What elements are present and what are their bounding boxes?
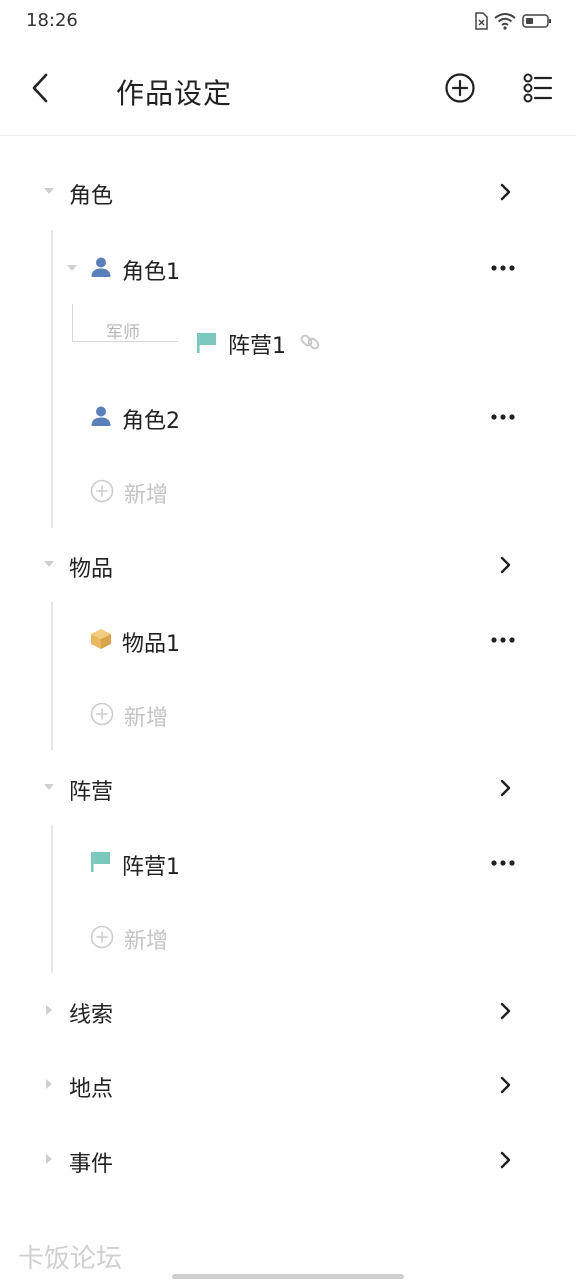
more-horizontal-icon bbox=[491, 637, 515, 643]
box-icon bbox=[91, 629, 111, 649]
plus-circle-icon bbox=[445, 73, 475, 103]
more-button[interactable] bbox=[488, 851, 518, 875]
chevron-right-icon bbox=[500, 779, 511, 797]
item-label: 角色2 bbox=[122, 409, 180, 434]
item-label: 阵营1 bbox=[122, 855, 180, 880]
flag-icon bbox=[91, 852, 110, 872]
chevron-right-icon bbox=[500, 183, 511, 201]
page-title: 作品设定 bbox=[116, 77, 233, 110]
relation-target-faction[interactable]: 阵营1 bbox=[192, 320, 342, 364]
status-icons bbox=[474, 12, 552, 30]
plus-circle-icon bbox=[90, 702, 114, 726]
relation-target-label: 阵营1 bbox=[228, 334, 286, 359]
caret-right-icon bbox=[46, 1154, 52, 1164]
section-label: 地点 bbox=[69, 1077, 114, 1102]
plus-circle-icon bbox=[90, 479, 114, 503]
add-role-button[interactable]: 新增 bbox=[60, 463, 260, 519]
list-item-faction-1[interactable]: 阵营1 bbox=[60, 835, 540, 891]
add-button[interactable] bbox=[440, 68, 480, 108]
section-events[interactable]: 事件 bbox=[0, 1130, 576, 1190]
relation-label: 军师 bbox=[106, 323, 140, 343]
chevron-right-icon bbox=[500, 1076, 511, 1094]
link-icon[interactable] bbox=[300, 332, 320, 352]
person-icon bbox=[91, 406, 111, 426]
tree-branch-line bbox=[51, 825, 53, 973]
battery-icon bbox=[522, 14, 551, 28]
item-label: 角色1 bbox=[122, 260, 180, 285]
plus-circle-icon bbox=[90, 925, 114, 949]
tree-branch-line bbox=[51, 230, 53, 528]
caret-down-icon bbox=[67, 265, 77, 271]
section-label: 事件 bbox=[69, 1152, 114, 1177]
section-objects[interactable]: 物品 bbox=[0, 535, 576, 595]
status-time: 18:26 bbox=[26, 10, 78, 31]
tree-branch-line bbox=[51, 602, 53, 750]
caret-right-icon bbox=[46, 1005, 52, 1015]
list-item-role-2[interactable]: 角色2 bbox=[60, 389, 540, 445]
section-label: 线索 bbox=[69, 1003, 114, 1028]
section-label: 角色 bbox=[69, 184, 114, 209]
add-label: 新增 bbox=[124, 483, 169, 508]
list-item-role-1[interactable]: 角色1 bbox=[60, 240, 540, 296]
caret-down-icon bbox=[44, 188, 54, 194]
section-clues[interactable]: 线索 bbox=[0, 981, 576, 1041]
wifi-icon bbox=[494, 13, 516, 30]
section-places[interactable]: 地点 bbox=[0, 1055, 576, 1115]
section-factions[interactable]: 阵营 bbox=[0, 758, 576, 818]
watermark: 卡饭论坛 bbox=[18, 1244, 123, 1274]
more-button[interactable] bbox=[488, 256, 518, 280]
caret-down-icon bbox=[44, 784, 54, 790]
list-icon bbox=[523, 73, 553, 103]
add-label: 新增 bbox=[124, 929, 169, 954]
sim-icon bbox=[475, 12, 488, 30]
section-roles[interactable]: 角色 bbox=[0, 162, 576, 222]
chevron-right-icon bbox=[500, 1151, 511, 1169]
chevron-left-icon bbox=[32, 73, 48, 103]
status-bar: 18:26 bbox=[0, 0, 576, 44]
add-object-button[interactable]: 新增 bbox=[60, 686, 260, 742]
section-label: 阵营 bbox=[69, 780, 114, 805]
home-indicator[interactable] bbox=[172, 1274, 404, 1279]
more-horizontal-icon bbox=[491, 414, 515, 420]
add-faction-button[interactable]: 新增 bbox=[60, 909, 260, 965]
person-icon bbox=[91, 257, 111, 277]
item-label: 物品1 bbox=[122, 632, 180, 657]
back-button[interactable] bbox=[20, 68, 60, 108]
more-horizontal-icon bbox=[491, 860, 515, 866]
add-label: 新增 bbox=[124, 706, 169, 731]
caret-right-icon bbox=[46, 1079, 52, 1089]
top-app-bar: 作品设定 bbox=[0, 44, 576, 136]
more-button[interactable] bbox=[488, 405, 518, 429]
list-view-button[interactable] bbox=[518, 68, 558, 108]
more-horizontal-icon bbox=[491, 265, 515, 271]
caret-down-icon bbox=[44, 561, 54, 567]
section-label: 物品 bbox=[69, 557, 114, 582]
more-button[interactable] bbox=[488, 628, 518, 652]
chevron-right-icon bbox=[500, 1002, 511, 1020]
flag-icon bbox=[197, 333, 216, 353]
chevron-right-icon bbox=[500, 556, 511, 574]
list-item-object-1[interactable]: 物品1 bbox=[60, 612, 540, 668]
